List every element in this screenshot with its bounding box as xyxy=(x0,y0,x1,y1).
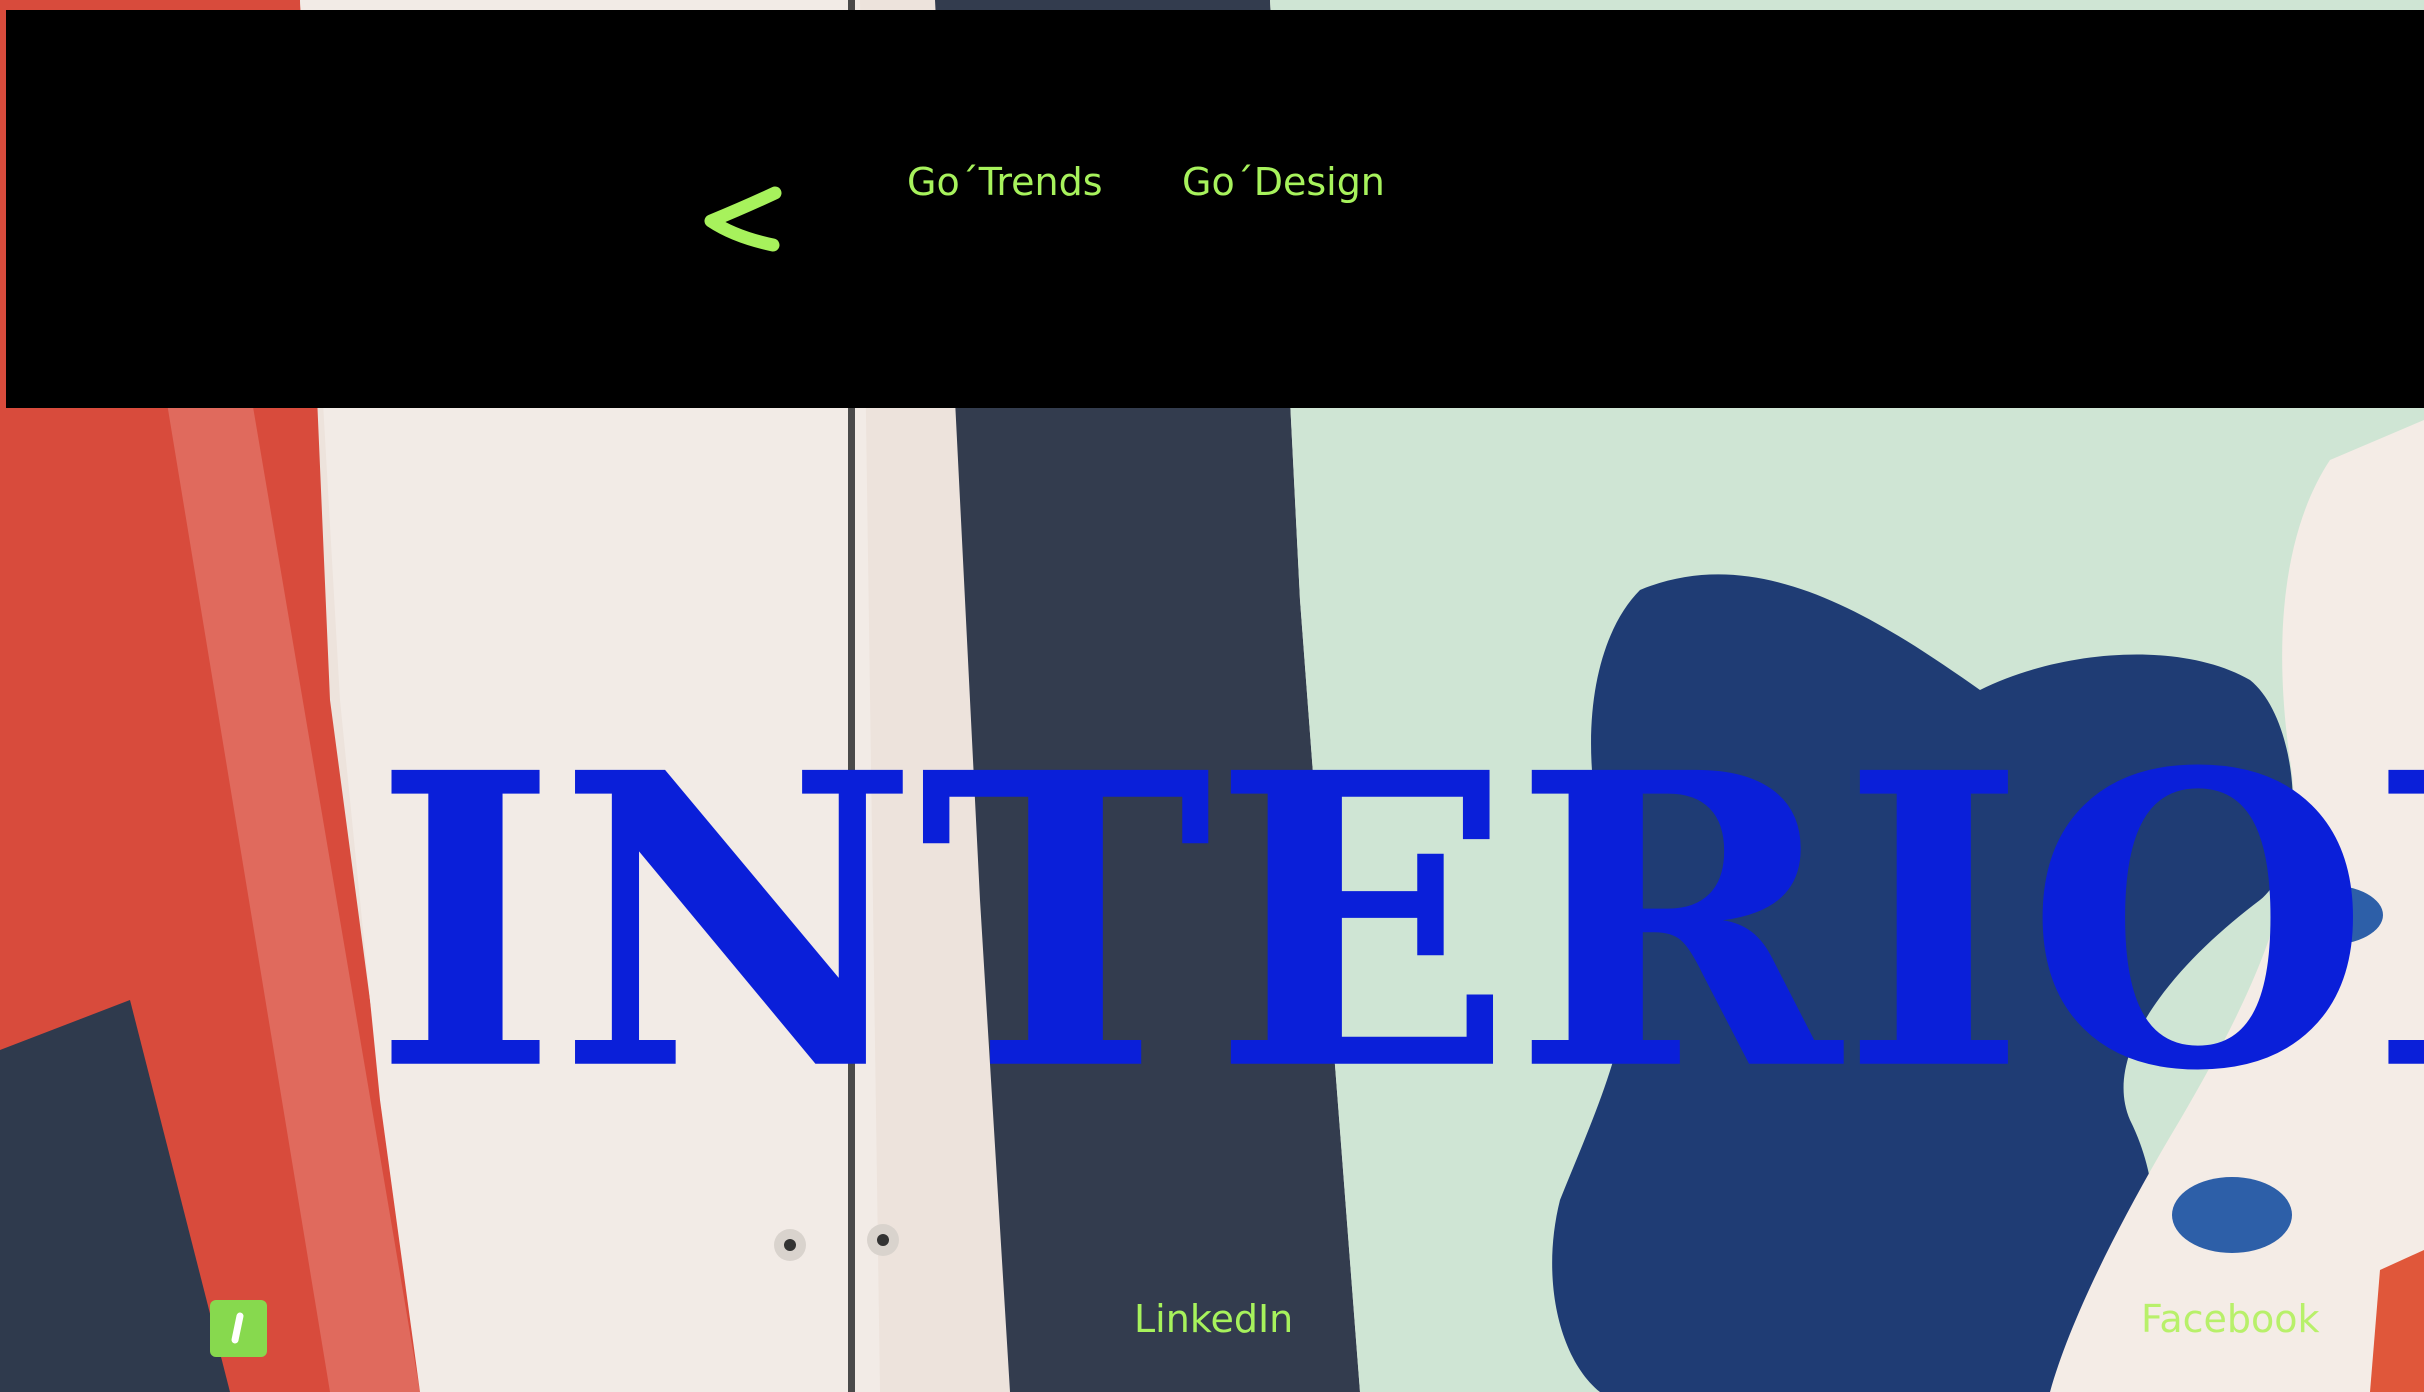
nav-link-design[interactable]: Go´Design xyxy=(1182,160,1385,204)
page: Go´Trends Go´Design INTERIOR LinkedIn Fa… xyxy=(0,0,2424,1392)
brand-badge-icon[interactable] xyxy=(210,1300,267,1357)
top-nav-bar xyxy=(6,10,2424,408)
hero-title: INTERIOR xyxy=(373,686,2424,1160)
chevron-left-icon[interactable] xyxy=(695,185,790,255)
nav-link-trends[interactable]: Go´Trends xyxy=(907,160,1103,204)
footer-link-facebook[interactable]: Facebook xyxy=(2141,1297,2320,1341)
footer-link-linkedin[interactable]: LinkedIn xyxy=(1134,1297,1293,1341)
